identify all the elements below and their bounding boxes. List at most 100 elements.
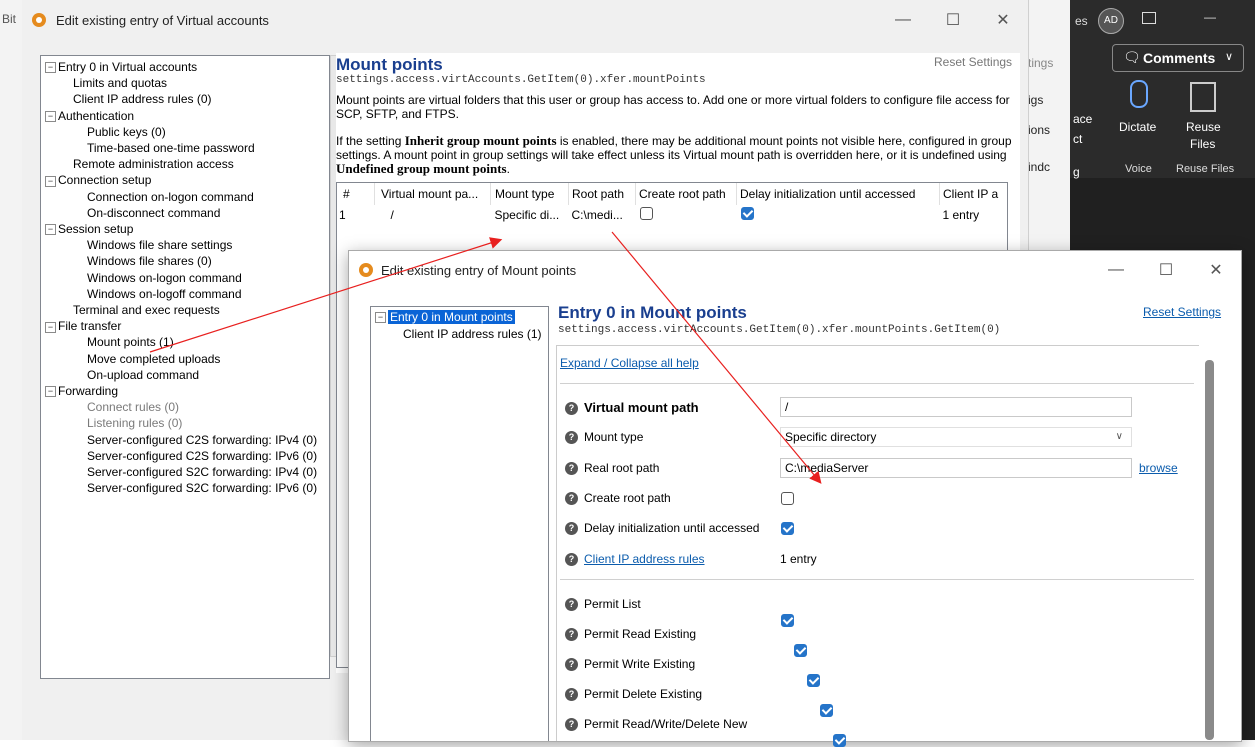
client-ip-rules-link[interactable]: Client IP address rules	[584, 552, 705, 566]
reuse-label[interactable]: Reuse	[1186, 120, 1221, 134]
tree-item[interactable]: − Session setup	[45, 221, 133, 237]
mount-type-select[interactable]: Specific directory ∨	[780, 427, 1132, 447]
col-header[interactable]: Client IP a	[940, 183, 1008, 205]
inner-maximize-button[interactable]: ☐	[1141, 260, 1191, 280]
settings-tree: − Entry 0 in Virtual accounts Limits and q…	[40, 55, 330, 679]
help-icon[interactable]: ?	[565, 658, 578, 672]
entry-reset-settings-link[interactable]: Reset Settings	[1143, 305, 1221, 319]
expand-collapse-help-link[interactable]: Expand / Collapse all help	[560, 356, 699, 370]
help-icon[interactable]: ?	[565, 462, 578, 476]
create-root-checkbox[interactable]	[639, 207, 653, 220]
tree-item[interactable]: Windows file share settings	[87, 237, 232, 253]
tree-item[interactable]: − Entry 0 in Virtual accounts	[45, 59, 197, 75]
permission-label: Permit Read Existing	[584, 627, 697, 641]
delay-init-checkbox-detail[interactable]	[781, 522, 794, 535]
col-header[interactable]: Root path	[568, 183, 636, 205]
cell-vpath: /	[390, 208, 394, 222]
tree-item[interactable]: Server-configured S2C forwarding: IPv6 (…	[87, 480, 317, 496]
col-header[interactable]: Delay initialization until accessed	[736, 183, 940, 205]
microphone-icon[interactable]	[1130, 80, 1148, 108]
tree-item[interactable]: Move completed uploads	[87, 351, 220, 367]
reuse-files-icon[interactable]	[1190, 82, 1216, 112]
permission-checkbox[interactable]	[833, 734, 846, 747]
desc-text-e: .	[506, 162, 510, 176]
permission-checkbox[interactable]	[794, 644, 807, 657]
help-icon[interactable]: ?	[565, 718, 578, 732]
collapse-icon[interactable]: −	[45, 224, 56, 236]
collapse-icon[interactable]: −	[45, 110, 56, 122]
collapse-icon[interactable]: −	[375, 312, 386, 324]
tree-item[interactable]: Client IP address rules (0)	[73, 91, 212, 107]
collapse-icon[interactable]: −	[45, 175, 56, 187]
tree-item[interactable]: − File transfer	[45, 318, 121, 334]
col-header[interactable]: #	[337, 183, 375, 205]
tree-item[interactable]: Terminal and exec requests	[73, 302, 220, 318]
help-icon[interactable]: ?	[565, 598, 578, 612]
outer-minimize-button[interactable]: —	[878, 11, 928, 29]
create-root-path-checkbox[interactable]	[781, 492, 794, 505]
tree-item[interactable]: Connection on-logon command	[87, 189, 254, 205]
outer-maximize-button[interactable]: ☐	[928, 10, 978, 30]
help-icon[interactable]: ?	[565, 402, 578, 416]
col-header[interactable]: Create root path	[635, 183, 737, 205]
divider	[560, 383, 1194, 384]
permission-checkbox[interactable]	[781, 614, 794, 627]
collapse-icon[interactable]: −	[45, 386, 56, 398]
ribbon-display-icon[interactable]	[1142, 12, 1156, 24]
avatar[interactable]: AD	[1098, 8, 1124, 34]
bg-tab-igs: igs	[1028, 93, 1044, 107]
delay-init-checkbox[interactable]	[740, 207, 754, 220]
outer-close-button[interactable]: ✕	[978, 10, 1028, 30]
collapse-icon[interactable]: −	[45, 321, 56, 333]
tree-client-ip-rules[interactable]: Client IP address rules (1)	[403, 326, 542, 342]
help-icon[interactable]: ?	[565, 492, 578, 506]
tree-item[interactable]: Windows on-logoff command	[87, 286, 242, 302]
tree-item[interactable]: Mount points (1)	[87, 334, 174, 350]
tree-item-label: Forwarding	[58, 384, 119, 398]
tree-item[interactable]: Server-configured C2S forwarding: IPv6 (…	[87, 448, 317, 464]
permission-checkbox[interactable]	[820, 704, 833, 717]
tree-item[interactable]: On-upload command	[87, 367, 199, 383]
ribbon-minimize[interactable]: —	[1204, 10, 1216, 24]
inherit-description: If the setting Inherit group mount point…	[336, 134, 1012, 177]
tree-entry-mount[interactable]: − Entry 0 in Mount points	[375, 309, 515, 325]
tree-item[interactable]: − Connection setup	[45, 172, 151, 188]
reset-settings-link[interactable]: Reset Settings	[934, 55, 1012, 69]
help-icon[interactable]: ?	[565, 522, 578, 536]
inner-minimize-button[interactable]: —	[1091, 261, 1141, 279]
tree-item[interactable]: Windows on-logon command	[87, 270, 242, 286]
real-root-path-input[interactable]: C:\mediaServer	[780, 458, 1132, 478]
files-label[interactable]: Files	[1190, 137, 1215, 151]
cell-type: Specific di...	[494, 208, 560, 222]
help-icon[interactable]: ?	[565, 431, 578, 445]
tree-item[interactable]: − Forwarding	[45, 383, 118, 399]
help-icon[interactable]: ?	[565, 628, 578, 642]
tree-item[interactable]: On-disconnect command	[87, 205, 220, 221]
mount-points-heading: Mount points	[336, 55, 443, 74]
tree-item[interactable]: − Authentication	[45, 108, 134, 124]
permission-checkbox[interactable]	[807, 674, 820, 687]
tree-item[interactable]: Connect rules (0)	[87, 399, 179, 415]
tree-item[interactable]: Time-based one-time password	[87, 140, 255, 156]
inner-close-button[interactable]: ✕	[1191, 260, 1241, 280]
col-header[interactable]: Mount type	[490, 183, 569, 205]
collapse-icon[interactable]: −	[45, 62, 56, 74]
tree-item[interactable]: Remote administration access	[73, 156, 234, 172]
comments-button[interactable]: 🗨 Comments ∨	[1112, 44, 1244, 72]
tree-item[interactable]: Server-configured S2C forwarding: IPv4 (…	[87, 464, 317, 480]
table-row[interactable]: 1 / Specific di... C:\medi... 1 entry	[337, 205, 1007, 225]
col-header[interactable]: Virtual mount pa...	[374, 183, 491, 205]
tree-item[interactable]: Public keys (0)	[87, 124, 166, 140]
tree-item[interactable]: Windows file shares (0)	[87, 253, 212, 269]
help-icon[interactable]: ?	[565, 553, 578, 567]
tree-item[interactable]: Limits and quotas	[73, 75, 167, 91]
virtual-mount-path-input[interactable]: /	[780, 397, 1132, 417]
dictate-label[interactable]: Dictate	[1119, 120, 1156, 134]
tree-item[interactable]: Server-configured C2S forwarding: IPv4 (…	[87, 432, 317, 448]
help-icon[interactable]: ?	[565, 688, 578, 702]
tree-item[interactable]: Listening rules (0)	[87, 415, 182, 431]
browse-link[interactable]: browse	[1139, 461, 1178, 475]
vertical-scrollbar[interactable]	[1205, 360, 1214, 740]
outer-titlebar: Edit existing entry of Virtual accounts …	[22, 0, 1028, 40]
create-root-path-label: ? Create root path	[565, 491, 671, 506]
